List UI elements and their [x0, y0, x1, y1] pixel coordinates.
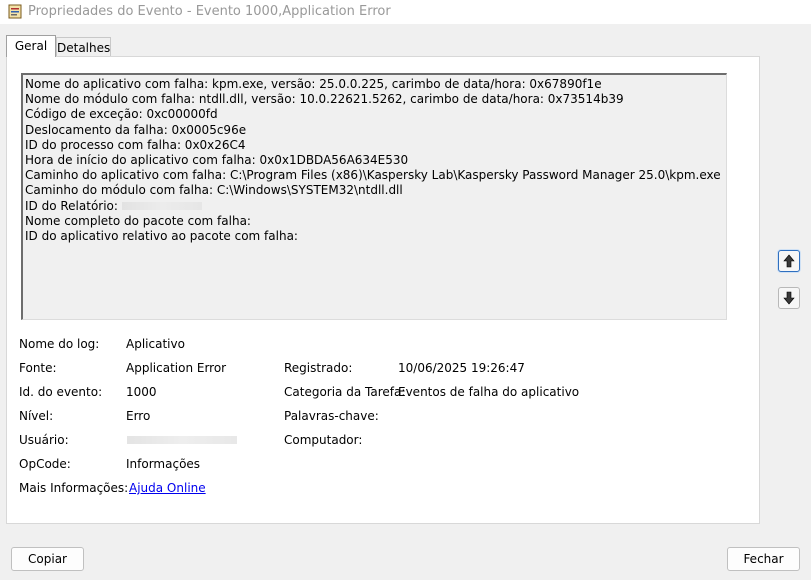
description-line: Hora de início do aplicativo com falha: …: [25, 153, 409, 168]
title-bar: Propriedades do Evento - Evento 1000,App…: [0, 0, 811, 24]
description-line: Caminho do módulo com falha: C:\Windows\…: [25, 183, 403, 198]
log-name-value: Aplicativo: [126, 337, 185, 351]
description-line: Nome completo do pacote com falha:: [25, 213, 251, 228]
next-event-button[interactable]: [778, 287, 800, 309]
redacted-report-id: [121, 202, 202, 211]
description-line: Deslocamento da falha: 0x0005c96e: [25, 122, 247, 137]
close-button[interactable]: Fechar: [727, 547, 800, 571]
window-title: Propriedades do Evento - Evento 1000,App…: [28, 4, 391, 19]
previous-event-button[interactable]: [778, 250, 800, 272]
source-value: Application Error: [126, 361, 227, 375]
task-category-value: Eventos de falha do aplicativo: [398, 385, 580, 399]
description-line: Nome do módulo com falha: ntdll.dll, ver…: [25, 92, 624, 107]
event-id-value: 1000: [126, 385, 157, 399]
tab-detalhes[interactable]: Detalhes: [56, 37, 111, 57]
log-name-label: Nome do log:: [19, 337, 100, 351]
logged-value: 10/06/2025 19:26:47: [398, 361, 525, 375]
description-line: Código de exceção: 0xc00000fd: [25, 107, 218, 122]
report-id-line: ID do Relatório:: [25, 199, 726, 214]
event-id-label: Id. do evento:: [19, 385, 103, 399]
report-id-label: ID do Relatório:: [25, 198, 118, 213]
redacted-user: [127, 436, 237, 444]
description-line: ID do processo com falha: 0x0x26C4: [25, 137, 246, 152]
source-label: Fonte:: [19, 361, 57, 375]
description-line: ID do aplicativo relativo ao pacote com …: [25, 229, 298, 244]
opcode-value: Informações: [126, 457, 201, 471]
description-line: Caminho do aplicativo com falha: C:\Prog…: [25, 168, 721, 183]
copy-button[interactable]: Copiar: [11, 547, 84, 571]
keywords-label: Palavras-chave:: [284, 409, 379, 423]
description-line: Nome do aplicativo com falha: kpm.exe, v…: [25, 77, 602, 91]
event-viewer-icon: [8, 4, 22, 19]
more-info-label: Mais Informações:: [19, 481, 129, 495]
user-label: Usuário:: [19, 433, 69, 447]
task-category-label: Categoria da Tarefa:: [284, 385, 406, 399]
logged-label: Registrado:: [284, 361, 353, 375]
level-value: Erro: [126, 409, 151, 423]
computer-label: Computador:: [284, 433, 363, 447]
tab-geral[interactable]: Geral: [6, 35, 56, 57]
event-description-box[interactable]: Nome do aplicativo com falha: kpm.exe, v…: [21, 73, 727, 320]
level-label: Nível:: [19, 409, 54, 423]
online-help-link[interactable]: Ajuda Online: [129, 481, 206, 495]
arrow-up-icon: [783, 254, 795, 268]
arrow-down-icon: [783, 291, 795, 305]
opcode-label: OpCode:: [19, 457, 71, 471]
